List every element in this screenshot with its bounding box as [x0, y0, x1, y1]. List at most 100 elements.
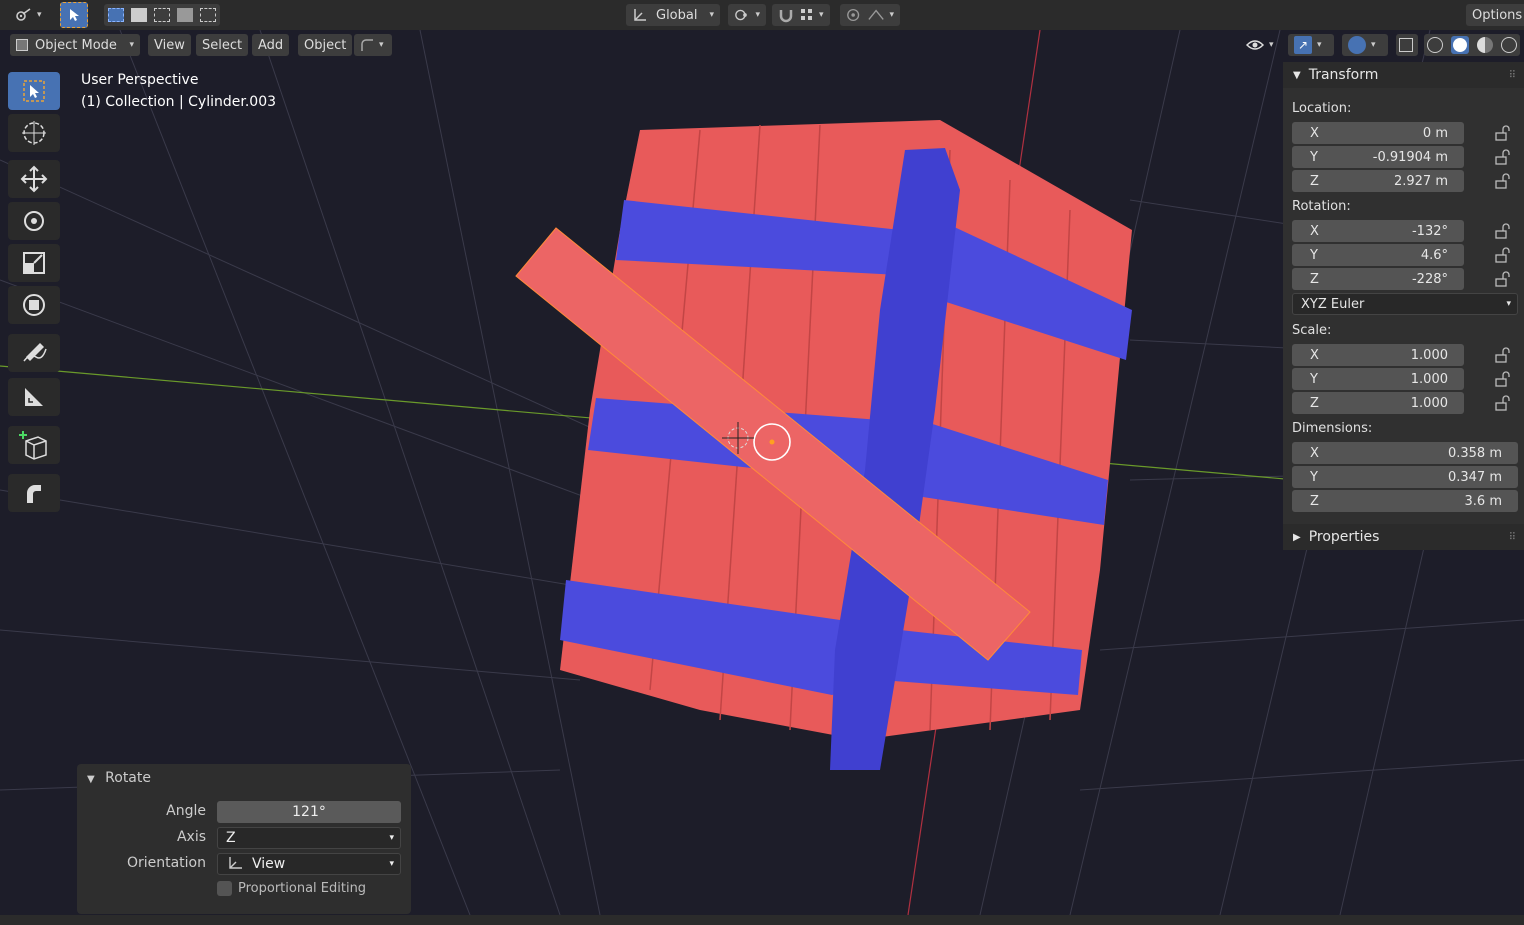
lock-icon[interactable] — [1494, 223, 1510, 239]
overlay-icon — [1348, 36, 1366, 54]
select-intersect-icon[interactable] — [200, 8, 216, 22]
rotation-label: Rotation: — [1292, 199, 1351, 214]
viewport-header: Object Mode ▾ View Select Add Object ▾ ▾… — [0, 30, 1524, 60]
wireframe-shading-icon[interactable] — [1427, 37, 1443, 53]
chevron-down-icon: ▾ — [379, 40, 384, 50]
drag-handle-icon[interactable]: ⠿ — [1509, 70, 1516, 81]
select-extend-icon[interactable] — [131, 8, 147, 22]
scale-x-field[interactable]: X 1.000 — [1292, 344, 1464, 366]
select-menu[interactable]: Select — [196, 34, 249, 56]
rotation-mode-dropdown[interactable]: XYZ Euler ▾ — [1292, 293, 1518, 315]
drag-handle-icon[interactable]: ⠿ — [1509, 532, 1516, 543]
lock-icon[interactable] — [1494, 271, 1510, 287]
select-invert-icon[interactable] — [177, 8, 193, 22]
axis-dropdown[interactable]: Z ▾ — [217, 827, 401, 849]
view-menu[interactable]: View — [148, 34, 191, 56]
add-cube-icon — [19, 431, 47, 460]
gizmo-icon: ↗ — [1294, 36, 1312, 54]
rotation-x-field[interactable]: X -132° — [1292, 220, 1464, 242]
orientation-dropdown[interactable]: View ▾ — [217, 853, 401, 875]
proportional-editing-icon[interactable] — [846, 7, 860, 23]
dimensions-y-field[interactable]: Y 0.347 m — [1292, 466, 1518, 488]
tool-annotate[interactable] — [8, 334, 60, 372]
tool-spin[interactable] — [8, 474, 60, 512]
shading-group — [1424, 34, 1520, 56]
dimensions-z-field[interactable]: Z 3.6 m — [1292, 490, 1518, 512]
scale-label: Scale: — [1292, 323, 1332, 338]
lock-icon[interactable] — [1494, 247, 1510, 263]
select-new-icon[interactable] — [108, 8, 124, 22]
solid-shading-icon[interactable] — [1451, 36, 1469, 54]
overlay-toggle[interactable]: ▾ — [1342, 34, 1388, 56]
transform-affect-dropdown[interactable]: ▾ — [354, 34, 392, 56]
material-shading-icon[interactable] — [1477, 37, 1493, 53]
select-subtract-icon[interactable] — [154, 8, 170, 22]
lock-icon[interactable] — [1494, 395, 1510, 411]
expand-down-icon: ▼ — [87, 774, 95, 785]
transform-orientation-dropdown[interactable]: Global ▾ — [626, 4, 720, 26]
transform-panel-header[interactable]: ▼ Transform ⠿ — [1283, 62, 1524, 88]
expand-right-icon: ▶ — [1293, 531, 1301, 543]
tool-scale[interactable] — [8, 244, 60, 282]
rotate-panel-header[interactable]: ▼ Rotate — [87, 770, 151, 786]
orientation-label: Orientation — [126, 855, 206, 871]
lock-icon[interactable] — [1494, 149, 1510, 165]
tool-move[interactable] — [8, 160, 60, 198]
rotation-y-field[interactable]: Y 4.6° — [1292, 244, 1464, 266]
add-menu[interactable]: Add — [252, 34, 290, 56]
orientation-axes-icon — [229, 857, 242, 869]
barrel-mesh[interactable] — [515, 120, 1132, 770]
measure-icon — [25, 388, 43, 406]
editor-type-button[interactable]: ▾ — [8, 4, 48, 26]
lock-icon[interactable] — [1494, 125, 1510, 141]
rotate-icon — [24, 211, 44, 231]
tool-select-box[interactable] — [8, 72, 60, 110]
rotation-z-field[interactable]: Z -228° — [1292, 268, 1464, 290]
chevron-down-icon: ▾ — [755, 10, 760, 20]
pivot-icon — [735, 9, 747, 21]
tool-cursor[interactable] — [8, 114, 60, 152]
properties-title: Properties — [1308, 529, 1380, 545]
object-menu[interactable]: Object — [298, 34, 353, 56]
falloff-curve-icon[interactable] — [868, 8, 885, 22]
angle-label: Angle — [166, 803, 206, 819]
rotate-operator-panel: ▼ Rotate Angle 121° Axis Z ▾ Orientation… — [77, 764, 411, 914]
proportional-editing-checkbox[interactable]: Proportional Editing — [217, 881, 366, 896]
snap-grid-icon[interactable] — [800, 8, 814, 22]
lock-icon[interactable] — [1494, 371, 1510, 387]
scale-z-field[interactable]: Z 1.000 — [1292, 392, 1464, 414]
location-z-field[interactable]: Z 2.927 m — [1292, 170, 1464, 192]
lock-icon[interactable] — [1494, 347, 1510, 363]
orientation-label: Global — [656, 7, 698, 23]
snap-magnet-icon[interactable] — [778, 7, 794, 23]
location-y-field[interactable]: Y -0.91904 m — [1292, 146, 1464, 168]
orientation-value: View — [252, 856, 286, 872]
angle-value: 121° — [292, 804, 326, 820]
chevron-down-icon: ▾ — [389, 859, 394, 869]
dimensions-label: Dimensions: — [1292, 421, 1373, 436]
rendered-shading-icon[interactable] — [1501, 37, 1517, 53]
tool-transform[interactable] — [8, 286, 60, 324]
location-x-field[interactable]: X0 m — [1292, 122, 1464, 144]
scale-y-field[interactable]: Y 1.000 — [1292, 368, 1464, 390]
tool-rotate[interactable] — [8, 202, 60, 240]
chevron-down-icon: ▾ — [819, 10, 824, 20]
angle-field[interactable]: 121° — [217, 801, 401, 823]
pivot-point-dropdown[interactable]: ▾ — [728, 4, 766, 26]
proportional-label: Proportional Editing — [238, 881, 367, 896]
mode-dropdown[interactable]: Object Mode ▾ — [10, 34, 140, 56]
properties-panel-header[interactable]: ▶ Properties ⠿ — [1283, 524, 1524, 550]
chevron-down-icon: ▾ — [889, 10, 894, 20]
checkbox-icon — [217, 881, 232, 896]
options-button[interactable]: Options — [1466, 4, 1524, 26]
tool-add-cube[interactable] — [8, 426, 60, 464]
select-tool-button[interactable] — [60, 2, 88, 28]
chevron-down-icon: ▾ — [1317, 40, 1322, 50]
visibility-dropdown[interactable]: ▾ — [1240, 34, 1280, 56]
tool-measure[interactable] — [8, 378, 60, 416]
lock-icon[interactable] — [1494, 173, 1510, 189]
xray-toggle[interactable] — [1396, 34, 1418, 56]
dimensions-x-field[interactable]: X 0.358 m — [1292, 442, 1518, 464]
gizmo-toggle[interactable]: ↗ ▾ — [1288, 34, 1334, 56]
axis-label: Axis — [176, 829, 206, 845]
